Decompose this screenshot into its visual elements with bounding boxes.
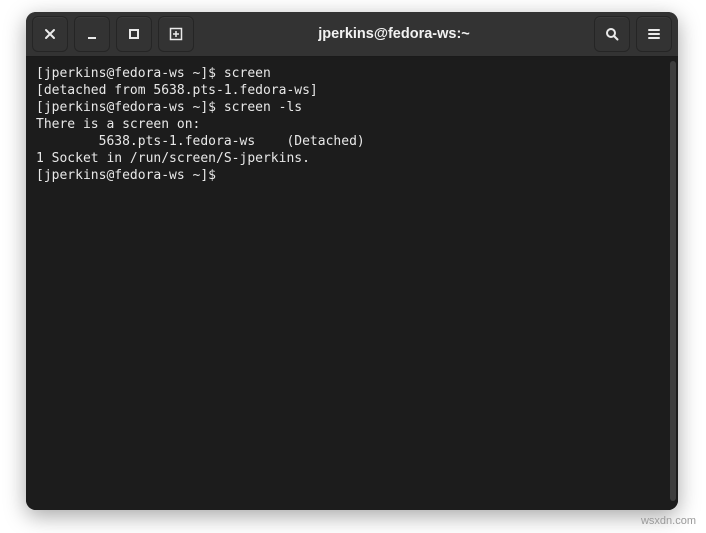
window-title: jperkins@fedora-ws:~	[200, 26, 588, 42]
scrollbar-thumb[interactable]	[670, 61, 676, 501]
minimize-icon	[86, 28, 98, 40]
search-button[interactable]	[594, 16, 630, 52]
maximize-button[interactable]	[116, 16, 152, 52]
watermark: wsxdn.com	[641, 515, 696, 527]
titlebar: jperkins@fedora-ws:~	[26, 12, 678, 57]
new-tab-button[interactable]	[158, 16, 194, 52]
terminal-area: [jperkins@fedora-ws ~]$ screen [detached…	[26, 57, 678, 510]
search-icon	[605, 27, 619, 41]
terminal-content[interactable]: [jperkins@fedora-ws ~]$ screen [detached…	[26, 57, 668, 510]
maximize-icon	[128, 28, 140, 40]
new-tab-icon	[169, 27, 183, 41]
hamburger-icon	[647, 27, 661, 41]
close-button[interactable]	[32, 16, 68, 52]
terminal-window: jperkins@fedora-ws:~ [jperkins@fedora-ws…	[26, 12, 678, 510]
menu-button[interactable]	[636, 16, 672, 52]
close-icon	[44, 28, 56, 40]
scrollbar-track[interactable]	[668, 57, 678, 510]
minimize-button[interactable]	[74, 16, 110, 52]
